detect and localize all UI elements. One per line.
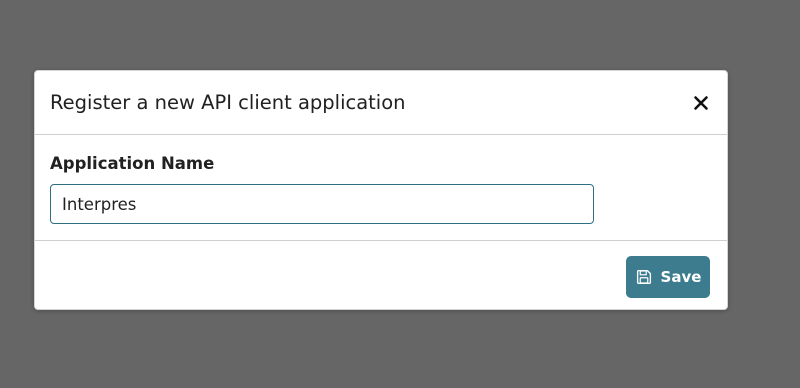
close-button[interactable] <box>689 91 713 115</box>
register-api-client-modal: Register a new API client application Ap… <box>34 70 728 310</box>
floppy-disk-icon <box>636 269 651 285</box>
save-button[interactable]: Save <box>626 256 710 298</box>
application-name-input[interactable] <box>50 184 594 224</box>
save-button-label: Save <box>660 268 702 286</box>
modal-title: Register a new API client application <box>50 91 406 114</box>
modal-body: Application Name <box>35 135 727 241</box>
modal-header: Register a new API client application <box>35 71 727 135</box>
close-icon <box>694 96 708 110</box>
modal-footer: Save <box>35 241 727 309</box>
application-name-label: Application Name <box>50 154 215 173</box>
